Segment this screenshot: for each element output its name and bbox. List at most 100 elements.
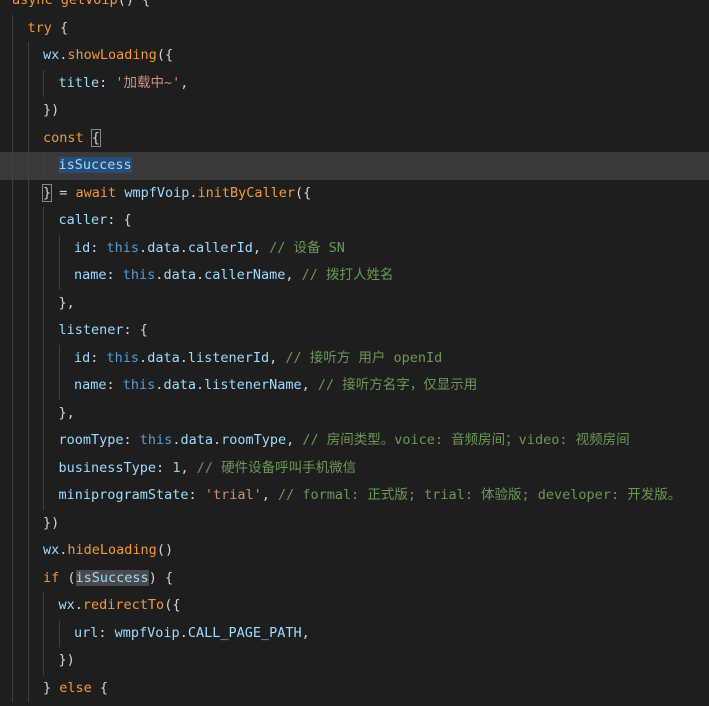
code-token: }) bbox=[58, 652, 75, 668]
code-line[interactable]: }) bbox=[0, 97, 709, 125]
code-line[interactable]: name: this.data.callerName, // 拨打人姓名 bbox=[0, 262, 709, 290]
code-line[interactable]: isSuccess bbox=[0, 152, 709, 180]
code-token: { bbox=[90, 128, 101, 147]
indent-guide bbox=[12, 592, 13, 620]
code-token: const bbox=[43, 129, 84, 146]
code-line[interactable]: }) bbox=[0, 647, 709, 675]
code-line[interactable]: async getVoip() { bbox=[0, 0, 709, 15]
indent-guide bbox=[27, 289, 29, 317]
code-token: . bbox=[195, 267, 205, 283]
code-line[interactable]: if (isSuccess) { bbox=[0, 564, 709, 592]
indent-guide bbox=[43, 427, 44, 455]
code-line[interactable]: id: this.data.listenerId, // 接听方 用户 open… bbox=[0, 344, 709, 373]
code-token: : bbox=[123, 432, 140, 448]
code-token: ({ bbox=[295, 184, 312, 201]
code-token: { bbox=[91, 679, 109, 696]
code-line-content: roomType: this.data.roomType, // 房间类型。vo… bbox=[59, 427, 630, 455]
indent-guide bbox=[43, 482, 44, 510]
code-line[interactable]: wx.redirectTo({ bbox=[0, 592, 709, 620]
code-token: else bbox=[59, 679, 92, 696]
code-token: : bbox=[90, 239, 107, 256]
code-token: isSuccess bbox=[75, 569, 149, 586]
code-token: '加载中~' bbox=[115, 74, 181, 91]
code-token: , bbox=[180, 74, 189, 91]
code-line-content: miniprogramState: 'trial', // formal: 正式… bbox=[59, 482, 682, 510]
code-line-content: url: wmpfVoip.CALL_PAGE_PATH, bbox=[74, 620, 310, 648]
indent-guide bbox=[27, 344, 29, 372]
code-line[interactable]: caller: { bbox=[0, 207, 709, 235]
code-line[interactable]: roomType: this.data.roomType, // 房间类型。vo… bbox=[0, 427, 709, 455]
indent-guide bbox=[43, 399, 44, 427]
indent-guide bbox=[27, 262, 29, 290]
indent-guide bbox=[43, 317, 44, 345]
indent-guide bbox=[58, 619, 60, 647]
code-token: // 房间类型。voice: 音频房间；video: 视频房间 bbox=[302, 432, 630, 448]
indent-guide bbox=[43, 647, 44, 675]
indent-guide bbox=[58, 234, 60, 262]
code-token: }, bbox=[58, 404, 75, 421]
code-token: this bbox=[122, 377, 156, 393]
code-line[interactable]: miniprogramState: 'trial', // formal: 正式… bbox=[0, 482, 709, 510]
indent-guide bbox=[43, 69, 44, 97]
code-line[interactable]: listener: { bbox=[0, 317, 709, 345]
code-token: caller bbox=[58, 212, 108, 228]
code-line[interactable]: url: wmpfVoip.CALL_PAGE_PATH, bbox=[0, 619, 709, 648]
code-line[interactable]: }, bbox=[0, 399, 709, 427]
code-token: : bbox=[188, 487, 205, 503]
indent-guide bbox=[12, 454, 13, 482]
code-line[interactable]: wx.hideLoading() bbox=[0, 537, 709, 565]
indent-guide bbox=[27, 97, 29, 125]
code-token: callerId bbox=[187, 239, 253, 256]
code-token: this bbox=[106, 349, 140, 366]
code-line-content: id: this.data.listenerId, // 接听方 用户 open… bbox=[74, 345, 442, 373]
indent-guide bbox=[27, 152, 29, 180]
code-token: async bbox=[12, 0, 53, 8]
code-token: id bbox=[74, 239, 91, 256]
code-token: name bbox=[74, 267, 107, 283]
code-line-content: caller: { bbox=[59, 207, 132, 235]
code-line[interactable]: wx.showLoading({ bbox=[0, 42, 709, 70]
code-line-content: listener: { bbox=[59, 317, 148, 345]
code-token: . bbox=[139, 349, 148, 366]
code-line[interactable]: id: this.data.callerId, // 设备 SN bbox=[0, 234, 709, 262]
code-line[interactable]: name: this.data.listenerName, // 接听方名字，仅… bbox=[0, 372, 709, 400]
code-token: 'trial' bbox=[204, 487, 262, 503]
code-token: , bbox=[269, 349, 286, 366]
indent-guide bbox=[43, 207, 44, 235]
code-token: { bbox=[51, 19, 69, 36]
code-token: CALL_PAGE_PATH bbox=[187, 624, 302, 641]
code-editor[interactable]: async getVoip() {try {wx.showLoading({ti… bbox=[0, 0, 709, 706]
code-line[interactable]: title: '加载中~', bbox=[0, 69, 709, 98]
code-line-content: try { bbox=[28, 15, 69, 43]
indent-guide bbox=[58, 344, 60, 372]
code-token: listenerId bbox=[187, 349, 270, 366]
indent-guide bbox=[27, 124, 29, 152]
code-token: roomType bbox=[221, 432, 287, 448]
indent-guide bbox=[43, 454, 44, 482]
code-token: , bbox=[261, 487, 278, 503]
indent-guide bbox=[27, 674, 29, 702]
code-line[interactable]: } = await wmpfVoip.initByCaller({ bbox=[0, 179, 709, 207]
code-line[interactable]: } else { bbox=[0, 674, 709, 702]
code-line[interactable]: }, bbox=[0, 289, 709, 318]
code-token: getVoip bbox=[60, 0, 118, 8]
code-token: // 接听方名字，仅显示用 bbox=[317, 377, 478, 393]
code-line[interactable]: try { bbox=[0, 14, 709, 43]
code-token: id bbox=[74, 349, 91, 366]
indent-guide bbox=[27, 427, 29, 455]
code-token: : bbox=[98, 624, 115, 641]
code-token: . bbox=[195, 377, 205, 393]
code-line-content: title: '加载中~', bbox=[59, 70, 189, 98]
code-token: listener bbox=[58, 322, 124, 338]
code-line-content: }, bbox=[59, 290, 75, 318]
code-token: await bbox=[75, 184, 117, 201]
code-line[interactable]: const { bbox=[0, 124, 709, 152]
code-token: . bbox=[179, 239, 188, 256]
indent-guide bbox=[43, 344, 44, 372]
code-token: name bbox=[74, 377, 107, 393]
code-line[interactable]: businessType: 1, // 硬件设备呼叫手机微信 bbox=[0, 454, 709, 482]
code-token: redirectTo bbox=[82, 597, 165, 613]
code-line[interactable]: }) bbox=[0, 509, 709, 537]
code-token: wmpfVoip bbox=[114, 624, 180, 641]
